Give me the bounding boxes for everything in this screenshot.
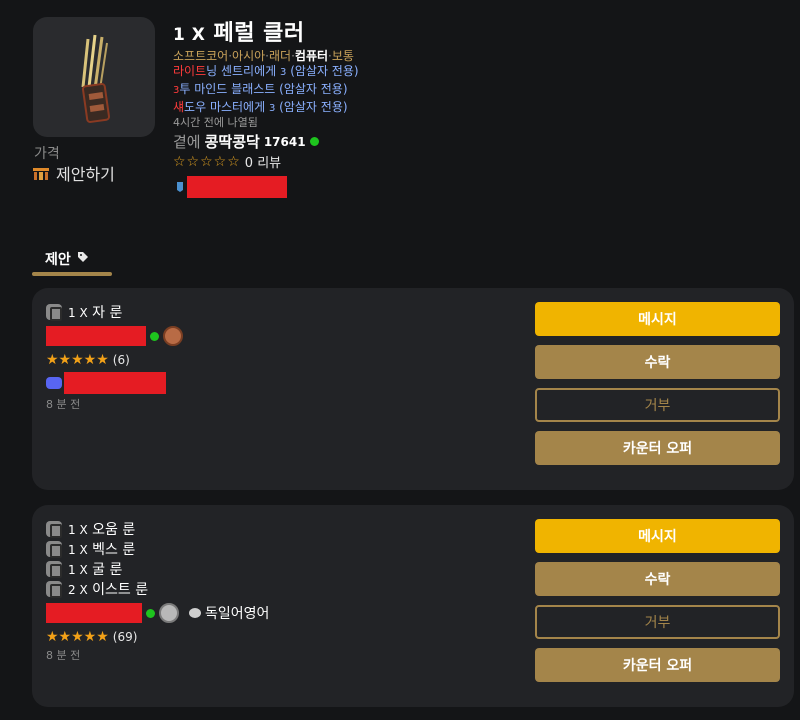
accept-button[interactable]: 수락 xyxy=(535,345,780,379)
buyer-rating: ★★★★★ (69) xyxy=(46,629,269,645)
decline-button[interactable]: 거부 xyxy=(535,605,780,639)
discord-icon xyxy=(175,178,185,197)
tab-offers[interactable]: 제안 xyxy=(32,246,112,278)
make-offer-link[interactable]: 제안하기 xyxy=(32,161,115,185)
redacted-text xyxy=(64,372,166,394)
offer-item: 1 X 벡스 룬 xyxy=(46,539,269,559)
rating-count: (69) xyxy=(112,630,138,644)
message-button[interactable]: 메시지 xyxy=(535,519,780,553)
listed-time: 4시간 전에 나열됨 xyxy=(173,116,258,129)
item-tags: 소프트코어·아시아·래더·컴퓨터·보통 xyxy=(173,49,354,63)
offer-details: 1 X 자 룬 ★★★★★ (6) 8 분 전 xyxy=(46,302,183,412)
redacted-text xyxy=(187,176,287,198)
tag-icon xyxy=(77,251,89,267)
tab-offers-label: 제안 xyxy=(45,252,71,268)
item-quantity: 1 X xyxy=(173,25,206,45)
offer-item: 2 X 이스트 룬 xyxy=(46,579,269,599)
online-status-icon xyxy=(309,137,319,146)
offer-item: 1 X 자 룬 xyxy=(46,302,183,322)
seller-score: 17641 xyxy=(263,134,306,149)
buyer-languages: 독일어영어 xyxy=(189,603,269,623)
tab-underline xyxy=(32,272,112,276)
item-title: 1 X 페럴 클러 xyxy=(173,15,305,47)
message-button[interactable]: 메시지 xyxy=(535,302,780,336)
speech-bubble-icon xyxy=(189,608,201,618)
claw-weapon-icon xyxy=(81,34,111,123)
item-mods: 라이트닝 센트리에게 3 (암살자 전용) 3투 마인드 블래스트 (암살자 전… xyxy=(173,63,359,117)
counter-offer-button[interactable]: 카운터 오퍼 xyxy=(535,648,780,682)
seller-info: 곁에 콩딱콩닥 17641 xyxy=(173,131,319,152)
rating-stars-icon: ★★★★★ xyxy=(46,352,109,368)
rating-stars-icon: ☆☆☆☆☆ xyxy=(173,153,241,170)
mod-line: 3투 마인드 블래스트 (암살자 전용) xyxy=(173,82,348,96)
rune-icon xyxy=(46,521,62,538)
offer-actions: 메시지 수락 거부 카운터 오퍼 xyxy=(535,302,780,465)
tag-platform: 컴퓨터 xyxy=(294,49,329,63)
offer-time: 8 분 전 xyxy=(46,398,81,411)
tag-normal: 보통 xyxy=(331,49,354,63)
redacted-text xyxy=(46,603,142,623)
rune-icon xyxy=(46,561,62,578)
item-thumbnail xyxy=(33,17,155,137)
online-status-icon xyxy=(150,331,159,341)
rune-icon xyxy=(46,541,62,558)
offer-card: 1 X 오움 룬 1 X 벡스 룬 1 X 굴 룬 2 X 이스트 룬 독일어영… xyxy=(32,505,794,707)
seller-discord xyxy=(175,176,287,198)
redacted-text xyxy=(46,326,146,346)
seller-name[interactable]: 콩딱콩닥 xyxy=(205,131,260,152)
offer-item: 1 X 오움 룬 xyxy=(46,519,269,539)
offer-item: 1 X 굴 룬 xyxy=(46,559,269,579)
tag-ladder: 래더 xyxy=(268,49,292,63)
make-offer-label: 제안하기 xyxy=(56,165,115,184)
buyer-info: 독일어영어 xyxy=(46,601,269,625)
seller-rating: ☆☆☆☆☆ 0 리뷰 xyxy=(173,152,281,172)
counter-offer-button[interactable]: 카운터 오퍼 xyxy=(535,431,780,465)
accept-button[interactable]: 수락 xyxy=(535,562,780,596)
buyer-info xyxy=(46,324,183,348)
offer-icon xyxy=(32,165,50,181)
item-name: 페럴 클러 xyxy=(213,21,305,46)
mod-line: 라이트닝 센트리에게 3 (암살자 전용) xyxy=(173,64,359,78)
seller-prefix: 곁에 xyxy=(173,133,201,151)
rating-count: (6) xyxy=(112,353,130,367)
rating-stars-icon: ★★★★★ xyxy=(46,629,109,645)
buyer-rating: ★★★★★ (6) xyxy=(46,352,183,368)
silver-badge-icon xyxy=(159,603,179,623)
bronze-badge-icon xyxy=(163,326,183,346)
offer-time: 8 분 전 xyxy=(46,649,81,662)
offer-details: 1 X 오움 룬 1 X 벡스 룬 1 X 굴 룬 2 X 이스트 룬 독일어영… xyxy=(46,519,269,663)
online-status-icon xyxy=(146,608,155,618)
offer-card: 1 X 자 룬 ★★★★★ (6) 8 분 전 메시지 수락 거부 카운터 오퍼 xyxy=(32,288,794,490)
discord-icon xyxy=(46,377,62,389)
rune-icon xyxy=(46,581,62,598)
buyer-discord xyxy=(46,372,183,394)
tag-softcore: 소프트코어 xyxy=(173,49,229,63)
rune-icon xyxy=(46,304,62,321)
review-count[interactable]: 0 리뷰 xyxy=(245,152,281,171)
price-label: 가격 xyxy=(34,146,60,162)
decline-button[interactable]: 거부 xyxy=(535,388,780,422)
offer-actions: 메시지 수락 거부 카운터 오퍼 xyxy=(535,519,780,682)
tag-asia: 아시아 xyxy=(232,49,266,63)
